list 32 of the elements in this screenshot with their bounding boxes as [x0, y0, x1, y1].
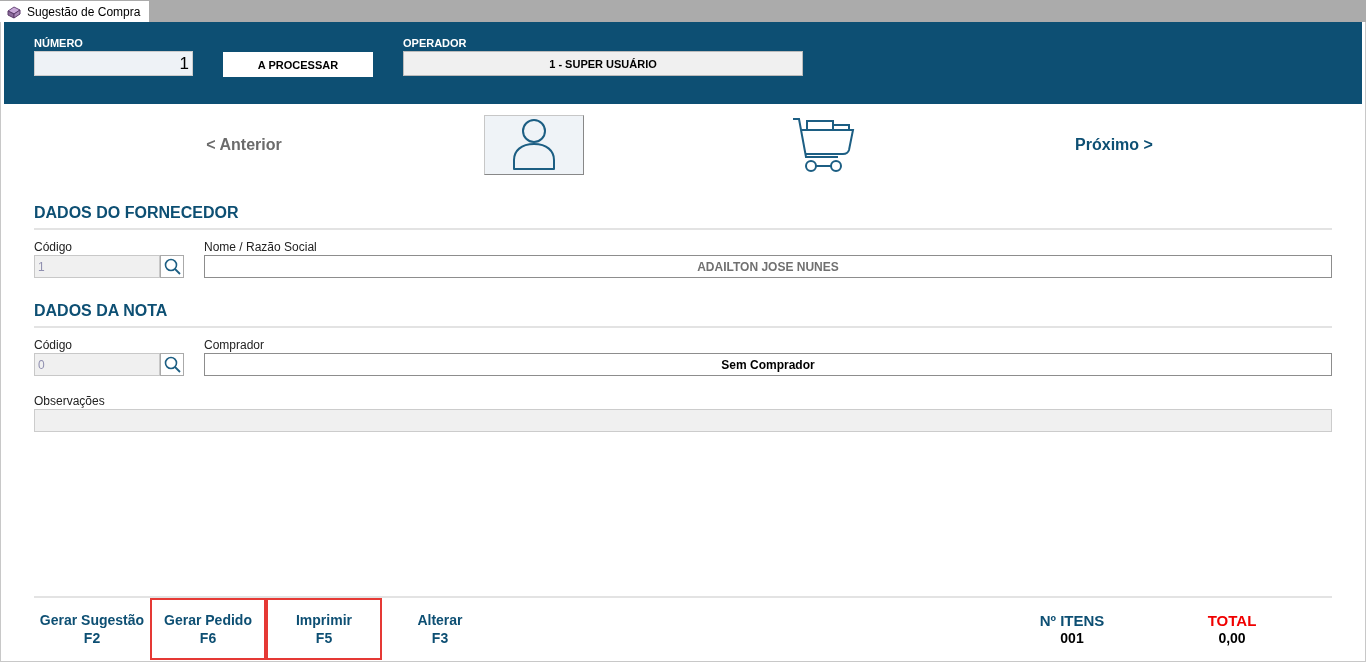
total-value: 0,00 [1218, 630, 1246, 646]
number-field[interactable]: 1 [34, 51, 193, 76]
operator-field[interactable]: 1 - SUPER USUÁRIO [403, 51, 803, 76]
package-icon [6, 4, 22, 19]
section-title: DADOS DO FORNECEDOR [34, 204, 240, 222]
total-value: 001 [1060, 630, 1084, 646]
field-label: OPERADOR [403, 37, 468, 49]
action-button[interactable]: Imprimir F5 [266, 598, 382, 660]
window-tab[interactable]: Sugestão de Compra [0, 1, 150, 22]
field-label: Observações [34, 394, 106, 408]
name-field[interactable]: Sem Comprador [204, 353, 1332, 376]
field-label: Nome / Razão Social [204, 240, 318, 254]
supplier-button[interactable] [484, 115, 584, 175]
search-button[interactable] [160, 255, 184, 278]
total-label: Nº ITENS [1039, 612, 1105, 629]
action-button[interactable]: Gerar Pedido F6 [150, 598, 266, 660]
shopping-cart-icon [792, 116, 856, 174]
person-icon [511, 118, 557, 172]
field-label: NÚMERO [34, 37, 84, 49]
search-icon [163, 356, 181, 373]
next-button[interactable]: Próximo > [1075, 136, 1153, 154]
field-label: Código [34, 338, 74, 352]
field-label: Código [34, 240, 74, 254]
search-button[interactable] [160, 353, 184, 376]
previous-button[interactable]: < Anterior [206, 136, 282, 154]
section-title: DADOS DA NOTA [34, 302, 169, 320]
field-label: Comprador [204, 338, 266, 352]
status-label: A PROCESSAR [223, 52, 373, 77]
notes-field[interactable] [34, 409, 1332, 432]
name-field[interactable]: ADAILTON JOSE NUNES [204, 255, 1332, 278]
search-icon [163, 258, 181, 275]
total-label: TOTAL [1207, 612, 1257, 629]
